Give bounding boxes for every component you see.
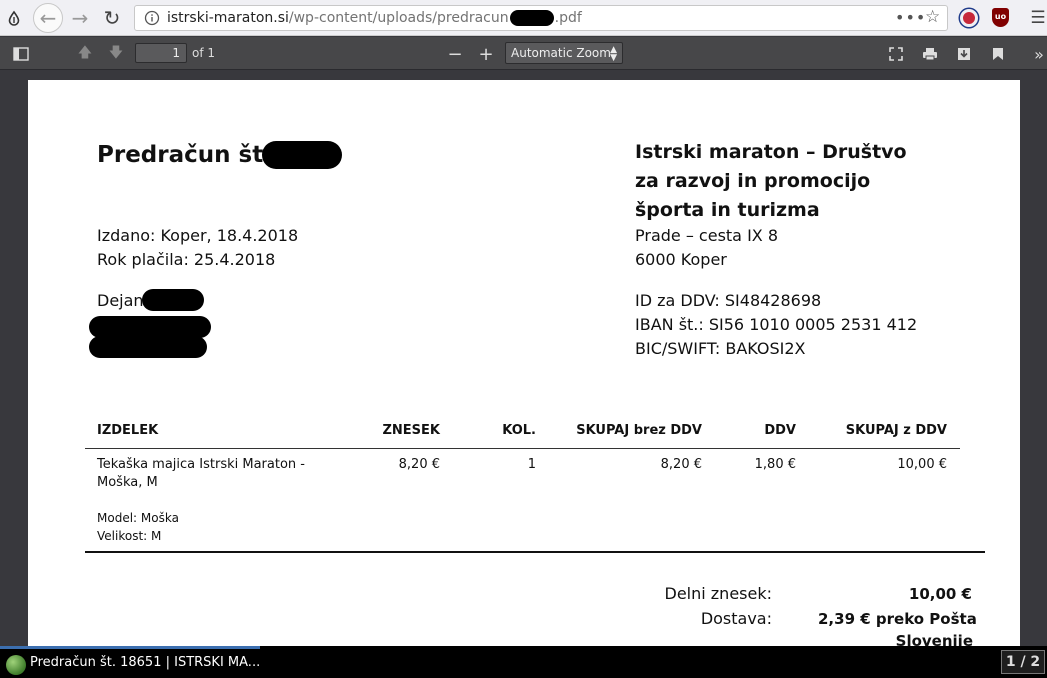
forward-arrow-icon: → xyxy=(71,6,89,30)
redaction xyxy=(89,316,211,338)
shipping-value-line2: Slovenije xyxy=(895,632,973,646)
globe-icon xyxy=(6,655,26,675)
next-page-button[interactable]: 🡇 xyxy=(105,43,127,65)
redaction xyxy=(142,289,204,311)
invoice-title-text: Predračun št. xyxy=(97,142,272,168)
row-vat: 1,80 € xyxy=(754,457,796,472)
url-redaction xyxy=(509,10,554,26)
url-domain: istrski-maraton.si xyxy=(167,10,289,26)
row-total-no-vat: 8,20 € xyxy=(660,457,702,472)
invoice-title: Predračun št. xyxy=(97,142,272,168)
url-bar[interactable]: istrski-maraton.si/wp-content/uploads/pr… xyxy=(134,5,948,31)
forward-button[interactable]: → xyxy=(66,4,94,32)
issued-date: Izdano: Koper, 18.4.2018 xyxy=(97,226,299,245)
table-header-price: ZNESEK xyxy=(382,423,440,438)
due-date: Rok plačila: 25.4.2018 xyxy=(97,250,276,269)
company-bic: BIC/SWIFT: BAKOSI2X xyxy=(635,339,806,358)
zoom-out-button[interactable]: − xyxy=(444,43,466,65)
table-row: Tekaška majica Istrski Maraton - Moška, … xyxy=(97,457,305,490)
company-address-line1: Prade – cesta IX 8 xyxy=(635,226,779,245)
company-address-line2: 6000 Koper xyxy=(635,250,727,269)
workspace-pager[interactable]: 1 / 2 xyxy=(1001,650,1045,674)
table-header-vat: DDV xyxy=(764,423,796,438)
redaction xyxy=(262,141,342,169)
blocker-extension-icon[interactable] xyxy=(960,9,978,27)
url-path-end: .pdf xyxy=(554,10,582,26)
subtotal-label: Delni znesek: xyxy=(664,584,773,603)
pdf-toolbar: 🡅 🡇 1 of 1 − + Automatic Zoom ▲ ▼ » xyxy=(0,37,1047,70)
table-bottom-divider xyxy=(85,551,985,553)
product-name-line1: Tekaška majica Istrski Maraton - xyxy=(97,457,305,472)
pdf-viewer[interactable]: Predračun št. Izdano: Koper, 18.4.2018 R… xyxy=(0,70,1047,646)
reload-icon: ↻ xyxy=(103,6,121,30)
page-number-input[interactable]: 1 xyxy=(135,43,187,63)
pdf-page: Predračun št. Izdano: Koper, 18.4.2018 R… xyxy=(28,80,1020,646)
table-header-divider xyxy=(85,448,960,449)
company-vat-id: ID za DDV: SI48428698 xyxy=(635,291,822,310)
url-path-start: /wp-content/uploads/predracun xyxy=(288,10,509,26)
presentation-mode-button[interactable] xyxy=(885,43,907,65)
menu-hamburger-icon[interactable]: ☰ xyxy=(1024,4,1047,32)
row-price: 8,20 € xyxy=(398,457,440,472)
product-name-line2: Moška, M xyxy=(97,475,158,490)
info-icon[interactable] xyxy=(143,9,161,27)
row-qty: 1 xyxy=(527,457,536,472)
download-button[interactable] xyxy=(953,43,975,65)
taskbar-window-button[interactable]: Predračun št. 18651 | ISTRSKI MA... xyxy=(0,646,260,678)
zoom-in-button[interactable]: + xyxy=(475,43,497,65)
table-header-qty: KOL. xyxy=(502,423,536,438)
subtotal-value: 10,00 € xyxy=(908,585,972,603)
print-button[interactable] xyxy=(919,43,941,65)
taskbar: Predračun št. 18651 | ISTRSKI MA... 1 / … xyxy=(0,646,1047,678)
product-size: Velikost: M xyxy=(97,529,162,543)
shipping-label: Dostava: xyxy=(700,609,772,628)
taskbar-window-title: Predračun št. 18651 | ISTRSKI MA... xyxy=(30,655,260,670)
table-header-total-no-vat: SKUPAJ brez DDV xyxy=(576,423,702,438)
table-header-total-vat: SKUPAJ z DDV xyxy=(845,423,947,438)
url-text[interactable]: istrski-maraton.si/wp-content/uploads/pr… xyxy=(167,10,582,26)
back-arrow-icon: ← xyxy=(39,6,57,30)
table-header-product: IZDELEK xyxy=(97,423,159,438)
updown-caret-icon: ▲ ▼ xyxy=(610,45,617,63)
previous-page-button[interactable]: 🡅 xyxy=(74,43,96,65)
down-arrow-icon: 🡇 xyxy=(108,45,124,61)
bookmark-icon[interactable] xyxy=(987,43,1009,65)
company-iban: IBAN št.: SI56 1010 0005 2531 412 xyxy=(635,315,918,334)
zoom-select-value: Automatic Zoom xyxy=(511,46,611,60)
reload-button[interactable]: ↻ xyxy=(98,4,126,32)
product-model: Model: Moška xyxy=(97,511,179,525)
up-arrow-icon: 🡅 xyxy=(77,45,93,61)
sidebar-drop-icon[interactable] xyxy=(0,4,28,32)
back-button[interactable]: ← xyxy=(33,3,63,33)
ublock-shield-icon[interactable]: uo xyxy=(992,8,1009,27)
sidebar-toggle-button[interactable] xyxy=(10,43,32,65)
company-name: Istrski maraton – Društvo za razvoj in p… xyxy=(635,141,907,221)
page-count: of 1 xyxy=(192,46,216,60)
redaction xyxy=(89,336,207,358)
zoom-select[interactable]: Automatic Zoom ▲ ▼ xyxy=(505,42,623,64)
customer-first-name: Dejan xyxy=(97,291,144,310)
shipping-value-line1: 2,39 € preko Pošta xyxy=(818,610,977,628)
tools-chevron-icon[interactable]: » xyxy=(1028,43,1047,65)
page-actions-icon[interactable]: ••• xyxy=(895,8,926,27)
row-total-vat: 10,00 € xyxy=(897,457,947,472)
bookmark-star-icon[interactable]: ☆ xyxy=(925,7,940,27)
navigation-bar: ← → ↻ istrski-maraton.si/wp-content/uplo… xyxy=(0,0,1047,36)
